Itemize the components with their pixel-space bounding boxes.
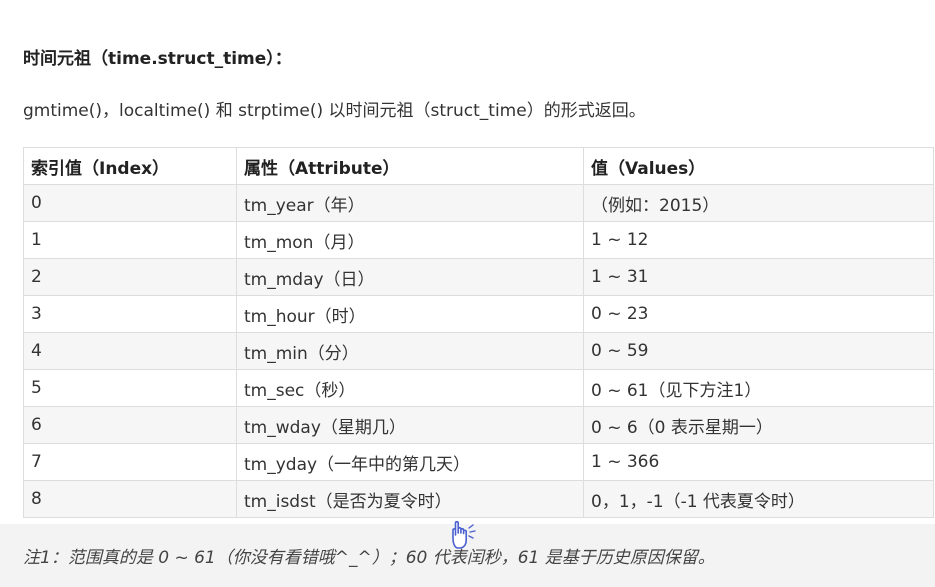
table-row: 0 tm_year（年） （例如：2015） xyxy=(23,184,934,222)
cell-attribute: tm_mon（月） xyxy=(236,221,584,259)
cell-index: 1 xyxy=(23,221,237,259)
cell-values: 1 ~ 366 xyxy=(583,443,934,481)
table-row: 2 tm_mday（日） 1 ~ 31 xyxy=(23,258,934,296)
table-row: 7 tm_yday（一年中的第几天） 1 ~ 366 xyxy=(23,443,934,481)
struct-time-table: 索引值（Index） 属性（Attribute） 值（Values） 0 tm_… xyxy=(23,147,934,518)
cell-attribute: tm_isdst（是否为夏令时） xyxy=(236,480,584,518)
table-row: 4 tm_min（分） 0 ~ 59 xyxy=(23,332,934,370)
cell-index: 3 xyxy=(23,295,237,333)
cell-index: 2 xyxy=(23,258,237,296)
table-row: 1 tm_mon（月） 1 ~ 12 xyxy=(23,221,934,259)
table-row: 8 tm_isdst（是否为夏令时） 0，1，-1（-1 代表夏令时） xyxy=(23,480,934,518)
cell-values: 0 ~ 61（见下方注1） xyxy=(583,369,934,407)
header-values: 值（Values） xyxy=(583,147,934,185)
header-attribute: 属性（Attribute） xyxy=(236,147,584,185)
cell-values: （例如：2015） xyxy=(583,184,934,222)
cell-attribute: tm_yday（一年中的第几天） xyxy=(236,443,584,481)
section-heading: 时间元祖（time.struct_time）： xyxy=(23,49,292,69)
header-index: 索引值（Index） xyxy=(23,147,237,185)
footnote: 注1：范围真的是 0 ~ 61（你没有看错哦^_^）；60 代表闰秒，61 是基… xyxy=(23,548,715,568)
table-row: 5 tm_sec（秒） 0 ~ 61（见下方注1） xyxy=(23,369,934,407)
table-row: 3 tm_hour（时） 0 ~ 23 xyxy=(23,295,934,333)
cell-attribute: tm_min（分） xyxy=(236,332,584,370)
table-header-row: 索引值（Index） 属性（Attribute） 值（Values） xyxy=(23,147,934,185)
cell-index: 5 xyxy=(23,369,237,407)
cell-index: 7 xyxy=(23,443,237,481)
document-page: 时间元祖（time.struct_time）： gmtime()，localti… xyxy=(0,0,935,587)
section-description: gmtime()，localtime() 和 strptime() 以时间元祖（… xyxy=(23,101,646,121)
hand-pointer-icon xyxy=(452,520,476,549)
cell-values: 1 ~ 31 xyxy=(583,258,934,296)
table-row: 6 tm_wday（星期几） 0 ~ 6（0 表示星期一） xyxy=(23,406,934,444)
cell-values: 0 ~ 23 xyxy=(583,295,934,333)
cell-attribute: tm_year（年） xyxy=(236,184,584,222)
cell-index: 8 xyxy=(23,480,237,518)
cell-attribute: tm_mday（日） xyxy=(236,258,584,296)
cell-values: 0 ~ 59 xyxy=(583,332,934,370)
cell-values: 1 ~ 12 xyxy=(583,221,934,259)
cell-values: 0 ~ 6（0 表示星期一） xyxy=(583,406,934,444)
cell-attribute: tm_sec（秒） xyxy=(236,369,584,407)
cell-index: 6 xyxy=(23,406,237,444)
cell-attribute: tm_hour（时） xyxy=(236,295,584,333)
cell-index: 0 xyxy=(23,184,237,222)
cell-index: 4 xyxy=(23,332,237,370)
cell-values: 0，1，-1（-1 代表夏令时） xyxy=(583,480,934,518)
cell-attribute: tm_wday（星期几） xyxy=(236,406,584,444)
